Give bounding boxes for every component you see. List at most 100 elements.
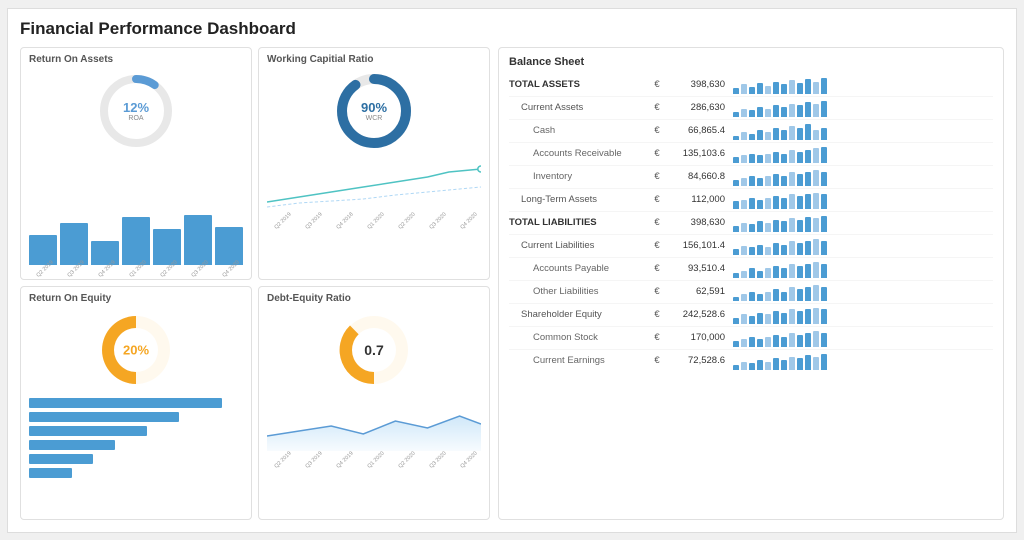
spark-bar [781, 360, 787, 370]
spark-bars [733, 191, 827, 209]
bs-row-currency: € [649, 263, 665, 274]
spark-bars [733, 329, 827, 347]
wcr-gauge: 90% WCR [334, 71, 414, 151]
bs-row-value: 135,103.6 [665, 148, 725, 159]
wcr-labels: Q2 2019 Q3 2019 Q4 2018 Q1 2020 Q2 2020 … [267, 219, 481, 225]
spark-bar [821, 354, 827, 370]
spark-bar [733, 180, 739, 185]
spark-bar [749, 292, 755, 301]
spark-bar [765, 176, 771, 186]
bs-row-value: 93,510.4 [665, 263, 725, 274]
spark-bar [821, 333, 827, 347]
bs-row-currency: € [649, 125, 665, 136]
bs-row-currency: € [649, 355, 665, 366]
dashboard-title: Financial Performance Dashboard [20, 19, 1004, 39]
spark-bar [741, 362, 747, 370]
spark-bar [797, 243, 803, 255]
spark-bar [773, 266, 779, 277]
spark-bar [821, 241, 827, 255]
spark-bars [733, 145, 827, 163]
spark-bar [781, 107, 787, 117]
spark-bar [741, 339, 747, 347]
spark-bar [765, 314, 771, 323]
spark-bar [765, 154, 771, 163]
bs-row-value: 62,591 [665, 286, 725, 297]
spark-bars [733, 237, 827, 255]
panel-der-title: Debt-Equity Ratio [267, 293, 481, 304]
panel-der-body: 0.7 [267, 308, 481, 513]
spark-bar [805, 287, 811, 301]
spark-bar [781, 221, 787, 231]
spark-bar [749, 247, 755, 255]
spark-bar [813, 193, 819, 209]
spark-bar [797, 266, 803, 277]
roa-gauge: 12% ROA [96, 71, 176, 151]
hbar-row [29, 426, 243, 436]
bs-row-label: Long-Term Assets [509, 194, 649, 205]
spark-bar [741, 155, 747, 162]
left-panels: Return On Assets 12% ROA [20, 47, 490, 520]
spark-bar [781, 130, 787, 140]
spark-bar [773, 128, 779, 140]
spark-bar [773, 243, 779, 255]
spark-bars [733, 260, 827, 278]
der-value: 0.7 [364, 342, 383, 358]
spark-bar [765, 86, 771, 94]
spark-bar [805, 217, 811, 232]
spark-bar [757, 221, 763, 231]
bs-row-label: TOTAL ASSETS [509, 79, 649, 90]
spark-bar [789, 264, 795, 278]
spark-bar [749, 110, 755, 116]
balance-sheet-row: Shareholder Equity€242,528.6 [509, 304, 993, 327]
spark-bar [765, 132, 771, 140]
spark-bar [789, 241, 795, 255]
bs-row-value: 72,528.6 [665, 355, 725, 366]
der-labels: Q2 2019 Q3 2019 Q4 2019 Q1 2020 Q2 2020 … [267, 458, 481, 464]
spark-bar [749, 337, 755, 347]
bs-row-label: Other Liabilities [509, 286, 649, 297]
spark-bar [821, 287, 827, 301]
spark-bar [765, 109, 771, 117]
spark-bar [813, 357, 819, 370]
spark-bar [797, 196, 803, 208]
spark-bar [757, 155, 763, 162]
bs-row-sparkline [733, 260, 993, 278]
spark-bar [797, 220, 803, 232]
wcr-line-chart: Q2 2019 Q3 2019 Q4 2018 Q1 2020 Q2 2020 … [267, 157, 481, 274]
panel-roa: Return On Assets 12% ROA [20, 47, 252, 281]
spark-bar [773, 152, 779, 163]
balance-sheet: Balance Sheet TOTAL ASSETS€398,630Curren… [498, 47, 1004, 520]
spark-bars [733, 283, 827, 301]
spark-bar [757, 294, 763, 300]
spark-bar [765, 268, 771, 277]
der-area-chart: Q2 2019 Q3 2019 Q4 2019 Q1 2020 Q2 2020 … [267, 396, 481, 513]
spark-bar [773, 196, 779, 208]
chart-label: Q1 2020 [364, 209, 388, 233]
balance-sheet-row: Long-Term Assets€112,000 [509, 189, 993, 212]
balance-sheet-row: Current Earnings€72,528.6 [509, 350, 993, 372]
spark-bar [805, 241, 811, 255]
spark-bar [773, 335, 779, 347]
spark-bar [749, 134, 755, 140]
spark-bar [733, 226, 739, 232]
bs-row-sparkline [733, 306, 993, 324]
bs-row-label: Current Earnings [509, 355, 649, 366]
hbar [29, 398, 222, 408]
spark-bar [813, 308, 819, 324]
chart-label: Q4 2020 [457, 209, 481, 233]
spark-bar [741, 246, 747, 255]
spark-bar [749, 198, 755, 209]
spark-bar [797, 152, 803, 163]
bs-row-currency: € [649, 171, 665, 182]
spark-bar [781, 268, 787, 277]
spark-bar [733, 112, 739, 117]
roe-value: 20% [123, 343, 149, 358]
spark-bar [805, 264, 811, 278]
spark-bar [821, 216, 827, 232]
roa-value: 12% ROA [123, 100, 149, 122]
hbar-row [29, 454, 243, 464]
wcr-value: 90% WCR [361, 100, 387, 122]
bs-row-value: 112,000 [665, 194, 725, 205]
panel-roe-body: 20% [29, 308, 243, 513]
spark-bar [789, 357, 795, 370]
